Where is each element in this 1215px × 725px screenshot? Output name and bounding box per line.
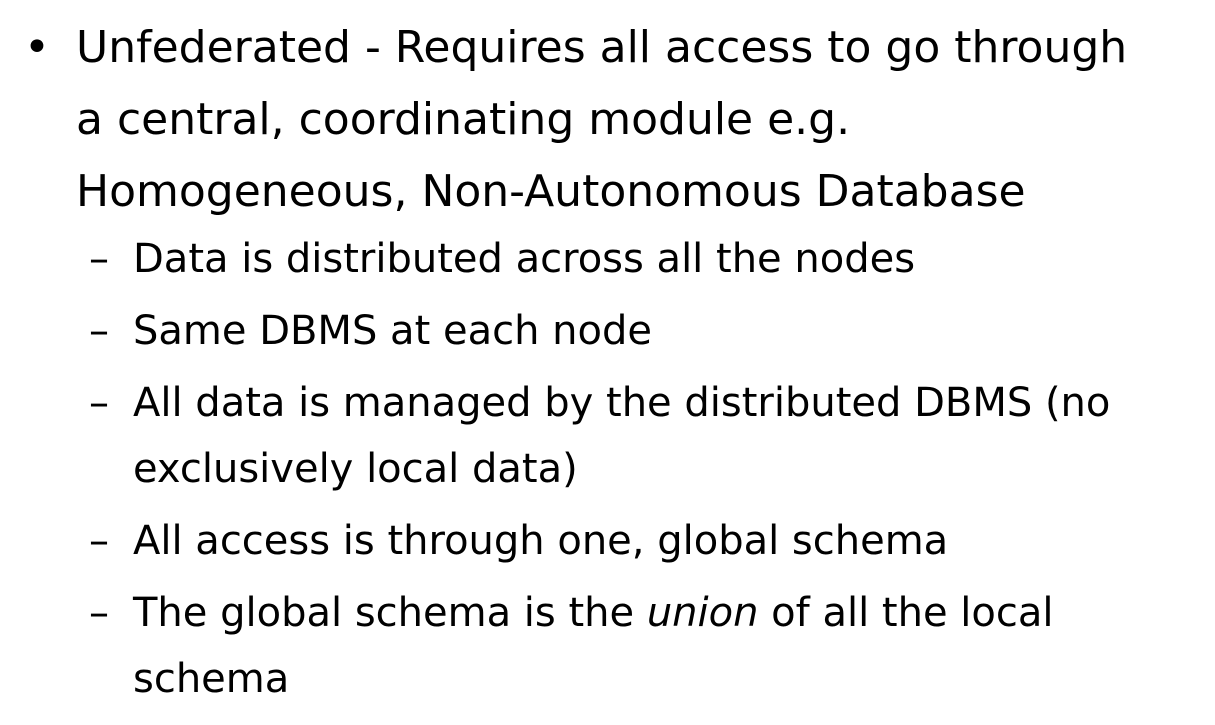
sub-bullet-4-text: All access is through one, global schema xyxy=(133,518,949,564)
sub-bullet-3-line-2: exclusively local data) xyxy=(133,446,578,492)
main-bullet-text: Unfederated - Requires all access to go … xyxy=(76,12,1204,228)
sub-bullet-5-after: of all the local xyxy=(758,590,1054,636)
sub-bullet-2: – Same DBMS at each node xyxy=(89,298,1189,364)
slide: • Unfederated - Requires all access to g… xyxy=(0,0,1215,725)
sub-bullet-1: – Data is distributed across all the nod… xyxy=(89,226,1189,292)
main-bullet-line-1: Unfederated - Requires all access to go … xyxy=(76,22,1128,73)
main-bullet: • Unfederated - Requires all access to g… xyxy=(24,12,1204,228)
sub-bullet-3: – All data is managed by the distributed… xyxy=(89,370,1189,502)
sub-bullet-4: – All access is through one, global sche… xyxy=(89,508,1189,574)
sub-bullet-3-text: All data is managed by the distributed D… xyxy=(133,370,1189,502)
sub-bullet-5-text: The global schema is the union of all th… xyxy=(133,580,1189,712)
bullet-dot-icon: • xyxy=(24,22,50,73)
sub-bullet-2-text: Same DBMS at each node xyxy=(133,308,652,354)
sub-bullet-5: – The global schema is the union of all … xyxy=(89,580,1189,712)
sub-bullet-5-line-1: The global schema is the union of all th… xyxy=(133,580,1189,646)
sub-bullet-list: – Data is distributed across all the nod… xyxy=(89,226,1189,718)
main-bullet-line-3: Homogeneous, Non-Autonomous Database xyxy=(76,166,1026,217)
sub-bullet-3-line-1: All data is managed by the distributed D… xyxy=(133,380,1111,426)
dash-icon: – xyxy=(89,236,109,282)
sub-bullet-5-before: The global schema is the xyxy=(133,590,647,636)
dash-icon: – xyxy=(89,380,109,426)
sub-bullet-5-emphasis: union xyxy=(646,590,759,636)
sub-bullet-1-text: Data is distributed across all the nodes xyxy=(133,236,916,282)
dash-icon: – xyxy=(89,518,109,564)
main-bullet-line-2: a central, coordinating module e.g. xyxy=(76,94,851,145)
sub-bullet-5-line-2: schema xyxy=(133,656,290,702)
dash-icon: – xyxy=(89,590,109,636)
dash-icon: – xyxy=(89,308,109,354)
